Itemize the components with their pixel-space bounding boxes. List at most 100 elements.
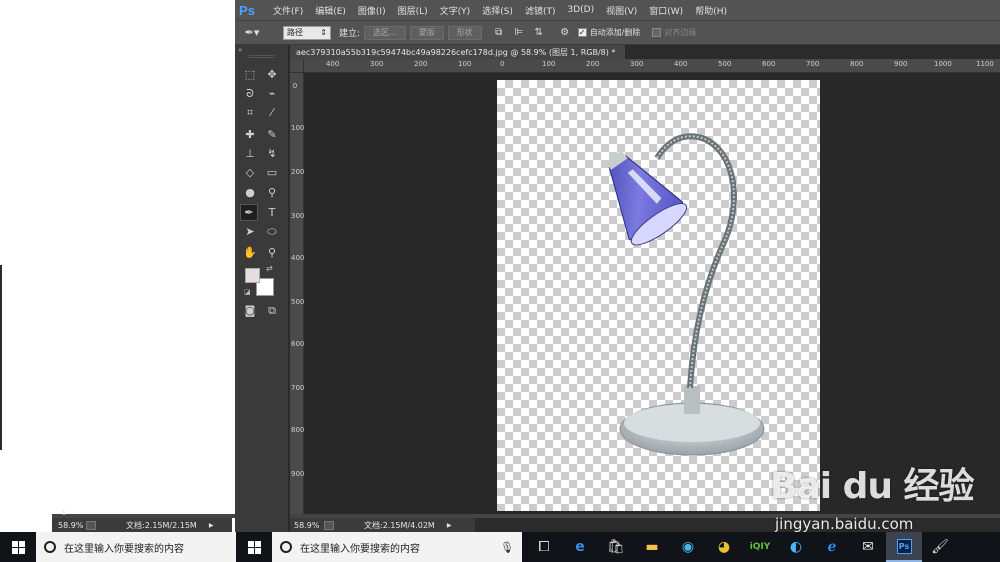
brush-tool-icon[interactable]: ✎ (263, 126, 281, 143)
menu-type[interactable]: 文字(Y) (434, 4, 477, 17)
marquee-tool-icon[interactable]: ⬚ (241, 66, 259, 83)
pen-preset-icon[interactable]: ✒▾ (235, 24, 269, 42)
ie-icon[interactable]: ℯ (814, 532, 850, 562)
iqiyi-icon[interactable]: iQIY (742, 532, 778, 562)
move-tool-icon[interactable]: ✥ (263, 66, 281, 83)
path-alignment-icon[interactable]: ⊫ (512, 26, 526, 40)
ellipse-tool-icon[interactable]: ⬭ (263, 223, 281, 240)
left-status-button[interactable] (86, 520, 96, 530)
blur-tool-icon[interactable]: ● (241, 184, 259, 201)
taskbar-search[interactable]: 在这里输入你要搜索的内容 🎙 (272, 532, 522, 562)
browser-yellow-icon[interactable]: ◕ (706, 532, 742, 562)
options-bar: ✒▾ 路径 ⇕ 建立: 选区... 蒙版 形状 ⧉ ⊫ ⇅ ⚙ ✓ 自动添加/删… (235, 20, 1000, 45)
stamp-tool-icon[interactable]: ⊥ (241, 145, 259, 162)
menu-view[interactable]: 视图(V) (600, 4, 643, 17)
path-arrangement-icon[interactable]: ⇅ (532, 26, 546, 40)
make-shape-button[interactable]: 形状 (447, 25, 482, 40)
crop-tool-icon[interactable]: ⌗ (241, 104, 259, 121)
toolbox-grip[interactable] (249, 55, 275, 58)
eraser-tool-icon[interactable]: ◇ (241, 164, 259, 181)
status-arrow-icon[interactable]: ▶ (447, 522, 452, 529)
edge-icon[interactable]: e (562, 532, 598, 562)
type-tool-icon[interactable]: T (263, 204, 281, 221)
document-title: aec379310a55b319c59474bc49a98226cefc178d… (296, 47, 616, 57)
menu-select[interactable]: 选择(S) (476, 4, 519, 17)
make-selection-button[interactable]: 选区... (364, 25, 406, 40)
default-colors-icon[interactable]: ◪ (244, 288, 251, 296)
history-brush-tool-icon[interactable]: ↯ (263, 145, 281, 162)
ruler-vertical[interactable]: 0 100 200 300 400 500 600 700 800 900 (290, 73, 304, 514)
ruler-label: 400 (674, 60, 688, 68)
path-operations-icon[interactable]: ⧉ (492, 26, 506, 40)
task-view-icon[interactable]: ⧠ (526, 532, 562, 562)
gear-icon[interactable]: ⚙ (558, 26, 572, 40)
menu-window[interactable]: 窗口(W) (643, 4, 689, 17)
auto-add-delete-checkbox[interactable]: ✓ (577, 28, 587, 37)
start-button[interactable] (236, 532, 272, 562)
left-status-arrow-icon[interactable]: ▶ (209, 522, 214, 529)
ruler-label: 300 (630, 60, 644, 68)
taskbar-search-left[interactable]: 在这里输入你要搜索的内容 (36, 532, 236, 562)
ruler-corner[interactable] (290, 59, 304, 73)
document-tab[interactable]: aec379310a55b319c59474bc49a98226cefc178d… (290, 45, 630, 59)
quick-select-tool-icon[interactable]: ⌁ (263, 85, 281, 102)
pen-tool-icon[interactable]: ✒ (240, 204, 258, 221)
menu-edit[interactable]: 编辑(E) (309, 4, 352, 17)
ruler-label: 400 (291, 254, 305, 262)
document-canvas[interactable] (497, 80, 820, 511)
browser-360-icon[interactable]: ◉ (670, 532, 706, 562)
healing-brush-tool-icon[interactable]: ✚ (241, 126, 259, 143)
hand-tool-icon[interactable]: ✋ (241, 244, 259, 261)
canvas-area[interactable] (304, 73, 1000, 514)
zoom-level[interactable]: 58.9% (290, 521, 324, 530)
quick-mask-icon[interactable]: ◙ (241, 302, 259, 319)
menu-3d[interactable]: 3D(D) (561, 5, 600, 15)
path-select-tool-icon[interactable]: ➤ (241, 223, 259, 240)
ruler-label: 200 (414, 60, 428, 68)
status-button[interactable] (324, 520, 334, 530)
qq-browser-icon[interactable]: ◐ (778, 532, 814, 562)
watermark-logo: Bai du 经验 (770, 466, 975, 507)
menu-help[interactable]: 帮助(H) (689, 4, 733, 17)
mail-icon[interactable]: ✉ (850, 532, 886, 562)
file-explorer-icon[interactable]: ▬ (634, 532, 670, 562)
ps-logo: Ps (239, 2, 255, 18)
ruler-label: 100 (458, 60, 472, 68)
pen-mode-value: 路径 (287, 28, 303, 37)
ruler-label: 500 (718, 60, 732, 68)
ruler-label: 100 (291, 124, 305, 132)
photoshop-icon[interactable]: Ps (886, 532, 922, 562)
store-icon[interactable]: 🛍 (598, 532, 634, 562)
paint-icon[interactable]: 🖌 (922, 532, 958, 562)
make-label: 建立: (339, 29, 361, 39)
align-edges-checkbox[interactable] (652, 28, 662, 37)
menu-filter[interactable]: 滤镜(T) (519, 4, 562, 17)
start-button[interactable] (0, 532, 36, 562)
search-placeholder: 在这里输入你要搜索的内容 (300, 543, 420, 555)
left-zoom-level[interactable]: 58.9% (52, 521, 86, 530)
cortana-icon (280, 541, 292, 553)
cortana-icon (44, 541, 56, 553)
ruler-label: 800 (291, 426, 305, 434)
eyedropper-tool-icon[interactable]: ⁄ (263, 104, 281, 121)
foreground-color-swatch[interactable] (245, 268, 260, 283)
gradient-tool-icon[interactable]: ▭ (263, 164, 281, 181)
menu-file[interactable]: 文件(F) (267, 4, 309, 17)
pen-mode-select[interactable]: 路径 ⇕ (283, 25, 331, 40)
swap-colors-icon[interactable]: ⇄ (266, 264, 273, 273)
zoom-tool-icon[interactable]: ⚲ (263, 244, 281, 261)
ruler-label: 600 (291, 340, 305, 348)
ruler-horizontal[interactable]: 400 300 200 100 0 100 200 300 400 500 60… (304, 59, 1000, 73)
microphone-icon[interactable]: 🎙 (500, 541, 514, 554)
lasso-tool-icon[interactable]: ᘐ (241, 85, 259, 102)
make-mask-button[interactable]: 蒙版 (409, 25, 444, 40)
dodge-tool-icon[interactable]: ⚲ (263, 184, 281, 201)
collapse-panel-icon[interactable]: « (238, 46, 242, 54)
menu-layer[interactable]: 图层(L) (392, 4, 434, 17)
left-window-edge (0, 265, 2, 450)
menu-image[interactable]: 图像(I) (352, 4, 392, 17)
ruler-label: 1000 (934, 60, 952, 68)
ruler-label: 900 (894, 60, 908, 68)
auto-add-delete-label: 自动添加/删除 (589, 28, 641, 37)
screen-mode-icon[interactable]: ⧉ (263, 302, 281, 319)
